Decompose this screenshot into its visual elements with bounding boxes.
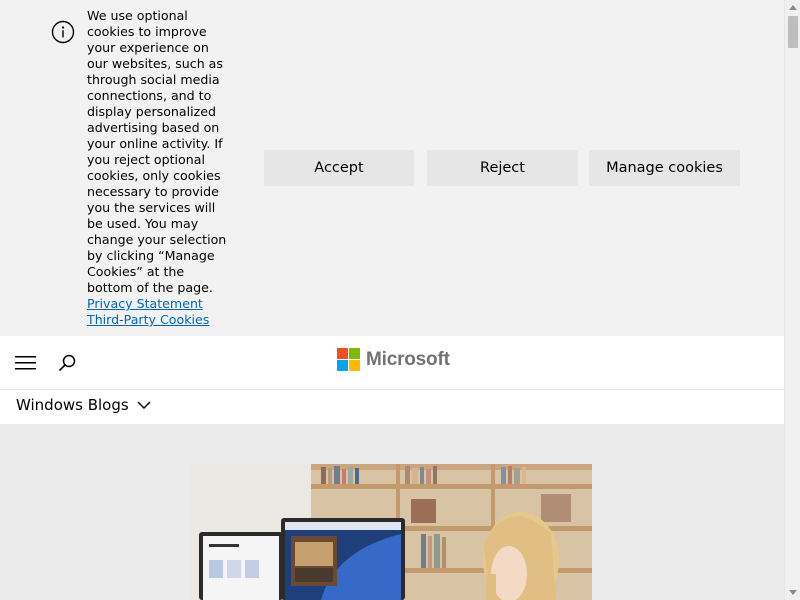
chevron-down-icon — [137, 401, 151, 409]
hero-illustration — [191, 464, 592, 600]
windows-blogs-menu[interactable]: Windows Blogs — [16, 396, 151, 414]
search-icon[interactable] — [56, 352, 78, 374]
hero-image — [191, 464, 592, 600]
cookie-banner: We use optional cookies to improve your … — [0, 0, 784, 336]
page-scrollbar[interactable] — [784, 0, 800, 600]
info-icon — [51, 20, 75, 44]
microsoft-logo[interactable]: Microsoft — [337, 348, 450, 371]
third-party-cookies-link[interactable]: Third-Party Cookies — [87, 312, 209, 327]
hamburger-icon[interactable] — [15, 354, 36, 371]
cookie-message-text: We use optional cookies to improve your … — [87, 8, 227, 295]
logo-text: Microsoft — [366, 348, 450, 370]
subnav-label: Windows Blogs — [16, 396, 129, 414]
accept-button[interactable]: Accept — [264, 150, 414, 186]
scroll-down-icon[interactable] — [789, 590, 797, 596]
main-content — [0, 424, 784, 600]
scroll-up-icon[interactable] — [789, 4, 797, 10]
subnav: Windows Blogs — [0, 390, 784, 424]
site-header: Microsoft — [0, 336, 784, 390]
manage-cookies-button[interactable]: Manage cookies — [589, 150, 740, 186]
privacy-statement-link[interactable]: Privacy Statement — [87, 296, 203, 311]
scroll-thumb[interactable] — [788, 16, 798, 48]
reject-button[interactable]: Reject — [427, 150, 578, 186]
cookie-message: We use optional cookies to improve your … — [87, 8, 229, 328]
microsoft-logo-icon — [337, 348, 360, 371]
